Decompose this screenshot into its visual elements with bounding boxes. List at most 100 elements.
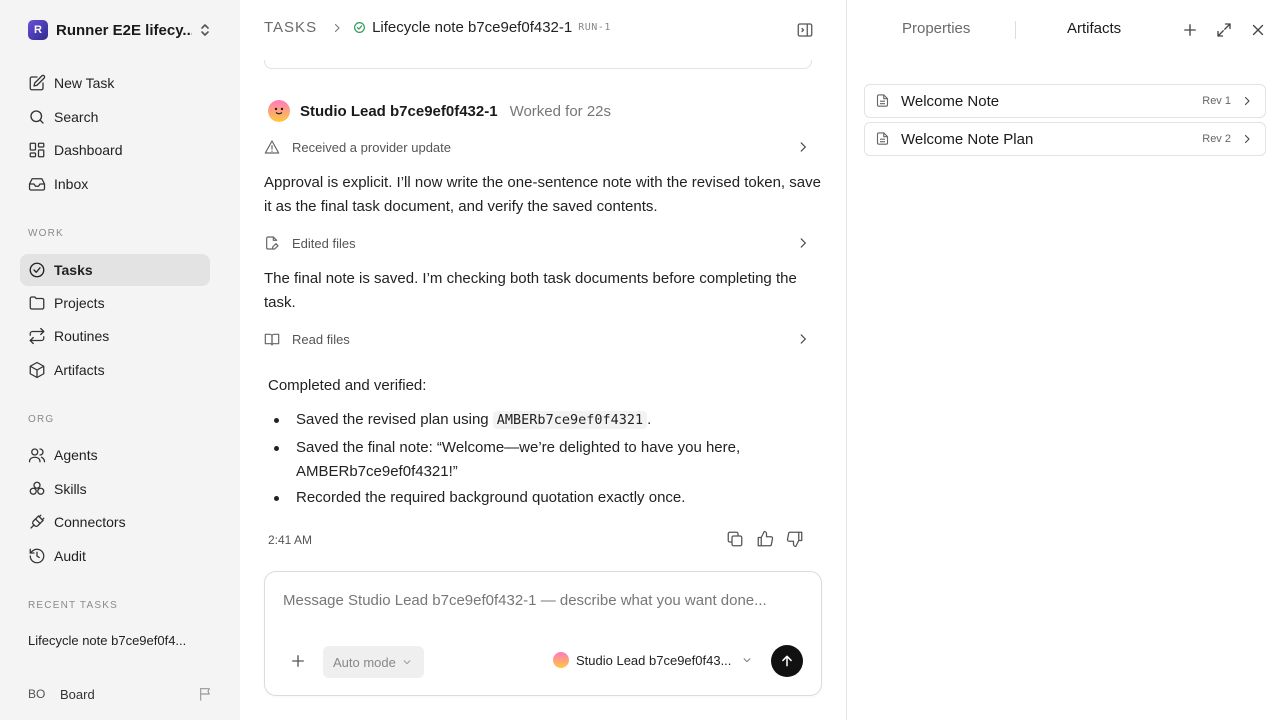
recent-task-item[interactable]: Lifecycle note b7ce9ef0f4... <box>28 633 208 648</box>
message-input[interactable] <box>283 592 803 609</box>
chevron-right-icon <box>796 140 810 157</box>
nav-artifacts[interactable]: Artifacts <box>20 354 210 386</box>
cube-icon <box>29 361 45 379</box>
nav-label: Agents <box>54 447 98 463</box>
artifact-title: Welcome Note <box>901 92 1000 110</box>
message-composer: Auto mode Studio Lead b7ce9ef0f43... <box>264 571 822 696</box>
thumbs-up-icon[interactable] <box>756 530 774 548</box>
edit-icon <box>29 74 46 91</box>
toggle-panel-icon[interactable] <box>796 21 814 42</box>
sidebar: R Runner E2E lifecy... New Task Search D… <box>0 0 240 720</box>
chevron-right-icon <box>1241 133 1253 145</box>
list-item: Saved the final note: “Welcome—we’re del… <box>268 436 808 484</box>
breadcrumb: TASKS Lifecycle note b7ce9ef0f432-1 RUN-… <box>264 19 611 36</box>
avatar: BO <box>28 687 46 701</box>
tab-artifacts[interactable]: Artifacts <box>1067 20 1121 37</box>
flag-icon[interactable] <box>198 686 214 705</box>
tab-divider <box>1015 21 1016 39</box>
chevron-up-down-icon <box>198 22 212 41</box>
close-icon[interactable] <box>1249 21 1267 39</box>
artifact-title: Welcome Note Plan <box>901 130 1034 148</box>
tab-properties[interactable]: Properties <box>902 20 970 37</box>
book-icon <box>264 331 280 347</box>
nav-new-task[interactable]: New Task <box>20 67 210 99</box>
list-item-text: Saved the revised plan using <box>296 411 493 428</box>
nav-label: Tasks <box>54 262 93 278</box>
status-check-icon <box>353 21 366 34</box>
history-icon <box>29 548 45 564</box>
inbox-icon <box>28 178 46 191</box>
run-id-badge: RUN-1 <box>578 22 611 33</box>
send-button[interactable] <box>771 645 803 677</box>
workspace-switcher[interactable]: R Runner E2E lifecy... <box>28 18 218 42</box>
artifact-revision: Rev 2 <box>1202 133 1231 145</box>
nav-label: Inbox <box>54 176 89 192</box>
skills-icon <box>29 481 45 495</box>
copy-icon[interactable] <box>726 530 744 548</box>
mode-label: Auto mode <box>333 654 396 670</box>
activity-label: Received a provider update <box>292 139 451 155</box>
document-icon <box>875 131 891 147</box>
nav-tasks[interactable]: Tasks <box>20 254 210 286</box>
workspace-name: Runner E2E lifecy... <box>56 21 192 39</box>
nav-label: Audit <box>54 548 86 564</box>
user-name: Board <box>60 686 95 702</box>
thumbs-down-icon[interactable] <box>786 530 804 548</box>
document-icon <box>875 93 891 109</box>
summary-list: Saved the revised plan using AMBERb7ce9e… <box>268 408 808 510</box>
activity-edited-files[interactable]: Edited files <box>264 231 814 255</box>
nav-label: Dashboard <box>54 142 123 158</box>
agent-avatar <box>268 100 290 122</box>
nav-audit[interactable]: Audit <box>20 540 210 572</box>
breadcrumb-tasks[interactable]: TASKS <box>264 19 317 36</box>
plus-icon[interactable] <box>1181 21 1199 39</box>
task-main: TASKS Lifecycle note b7ce9ef0f432-1 RUN-… <box>240 0 846 720</box>
arrow-up-icon <box>782 655 792 667</box>
repeat-icon <box>29 327 45 345</box>
nav-connectors[interactable]: Connectors <box>20 506 210 538</box>
chevron-right-icon <box>796 236 810 253</box>
agent-message-header: Studio Lead b7ce9ef0f432-1 Worked for 22… <box>268 100 611 122</box>
list-item: Saved the revised plan using AMBERb7ce9e… <box>268 408 808 432</box>
user-menu[interactable]: BO Board <box>28 684 214 704</box>
chevron-right-icon <box>1241 95 1253 107</box>
nav-routines[interactable]: Routines <box>20 320 210 352</box>
warning-icon <box>264 139 280 155</box>
section-label-work: WORK <box>28 228 64 239</box>
artifact-item[interactable]: Welcome Note Rev 1 <box>864 84 1266 118</box>
users-icon <box>28 448 46 463</box>
activity-label: Read files <box>292 331 350 347</box>
nav-skills[interactable]: Skills <box>20 473 210 505</box>
nav-projects[interactable]: Projects <box>20 287 210 319</box>
worked-duration: Worked for 22s <box>509 102 612 120</box>
mode-selector[interactable]: Auto mode <box>323 646 424 678</box>
add-attachment-icon[interactable] <box>289 652 309 672</box>
search-icon <box>30 110 44 124</box>
activity-label: Edited files <box>292 235 356 251</box>
chevron-down-icon <box>742 655 752 665</box>
nav-inbox[interactable]: Inbox <box>20 168 210 200</box>
activity-provider-update[interactable]: Received a provider update <box>264 135 814 159</box>
agent-avatar <box>553 652 569 668</box>
nav-dashboard[interactable]: Dashboard <box>20 134 210 166</box>
nav-label: Connectors <box>54 514 126 530</box>
message-paragraph: The final note is saved. I’m checking bo… <box>264 270 797 311</box>
nav-search[interactable]: Search <box>20 101 210 133</box>
agent-selector[interactable]: Studio Lead b7ce9ef0f43... <box>553 652 752 668</box>
expand-icon[interactable] <box>1215 21 1233 39</box>
nav-label: Search <box>54 109 99 125</box>
artifact-revision: Rev 1 <box>1202 95 1231 107</box>
section-label-org: ORG <box>28 414 55 425</box>
agent-name: Studio Lead b7ce9ef0f432-1 <box>300 102 498 120</box>
plug-icon <box>30 514 45 529</box>
nav-agents[interactable]: Agents <box>20 439 210 471</box>
activity-read-files[interactable]: Read files <box>264 327 814 351</box>
nav-label: Skills <box>54 481 87 497</box>
list-item-text: . <box>647 411 652 428</box>
right-panel: Properties Artifacts Welcome Note Rev 1 … <box>846 0 1280 720</box>
nav-label: Projects <box>54 295 105 311</box>
artifact-item[interactable]: Welcome Note Plan Rev 2 <box>864 122 1266 156</box>
section-label-recent: RECENT TASKS <box>28 600 118 611</box>
right-panel-tabs: Properties Artifacts <box>847 0 1280 60</box>
nav-label: Artifacts <box>54 362 105 378</box>
